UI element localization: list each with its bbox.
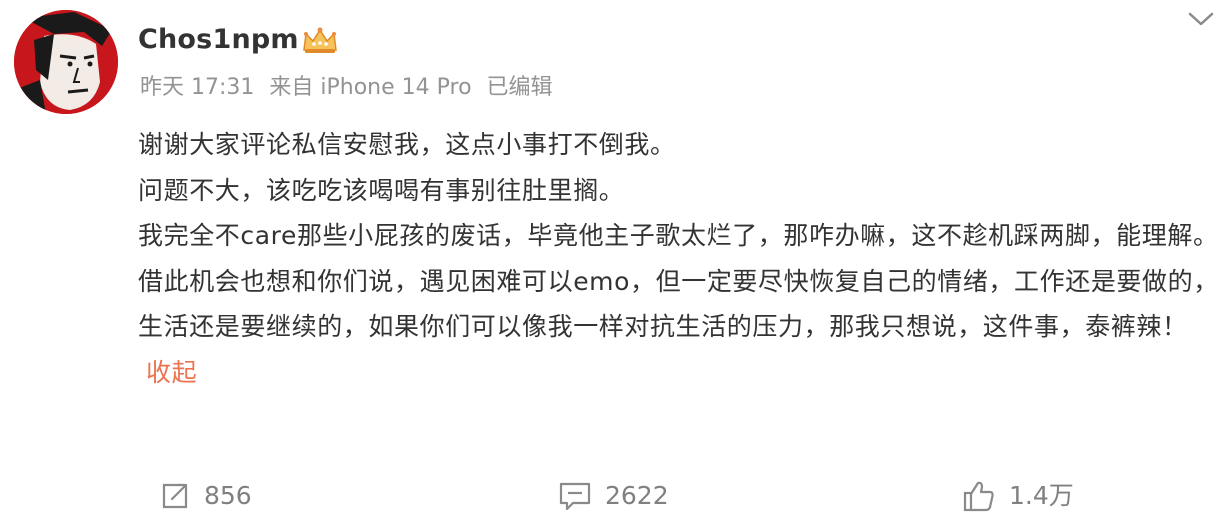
chevron-down-icon[interactable] [1184,6,1218,32]
repost-count: 856 [204,481,252,510]
crown-badge-icon[interactable] [300,26,340,56]
comment-button[interactable]: 2622 [557,474,669,518]
repost-button[interactable]: 856 [158,474,252,518]
username[interactable]: Chos1npm [138,22,299,58]
post-paragraph: 谢谢大家评论私信安慰我，这点小事打不倒我。 [138,130,676,159]
comment-count: 2622 [605,481,669,510]
weibo-post: Chos1npm 昨天 17:31 来自 iPhone 14 Pro 已编辑 谢… [0,0,1232,524]
comment-icon [557,479,593,513]
edited-label[interactable]: 已编辑 [487,75,553,100]
thumbs-up-icon [961,478,997,514]
post-source: 来自 iPhone 14 Pro [269,75,472,100]
post-meta: 昨天 17:31 来自 iPhone 14 Pro 已编辑 [140,73,561,103]
avatar[interactable] [14,10,118,114]
action-bar: 856 2622 1.4万 [0,474,1232,518]
repost-icon [158,479,192,513]
post-paragraph-last: 借此机会也想和你们说，遇见困难可以emo，但一定要尽快恢复自己的情绪，工作还是要… [138,259,1220,396]
like-button[interactable]: 1.4万 [961,474,1074,518]
post-content: 谢谢大家评论私信安慰我，这点小事打不倒我。 问题不大，该吃吃该喝喝有事别往肚里搁… [138,122,1220,395]
post-paragraph: 问题不大，该吃吃该喝喝有事别往肚里搁。 [138,175,625,205]
post-paragraph: 借此机会也想和你们说，遇见困难可以emo，但一定要尽快恢复自己的情绪，工作还是要… [138,266,1219,342]
post-time[interactable]: 昨天 17:31 [140,75,254,100]
collapse-link[interactable]: 收起 [146,358,197,387]
like-count: 1.4万 [1009,481,1074,510]
post-paragraph: 我完全不care那些小屁孩的废话，毕竟他主子歌太烂了，那咋办嘛，这不趁机踩两脚，… [138,221,1219,250]
